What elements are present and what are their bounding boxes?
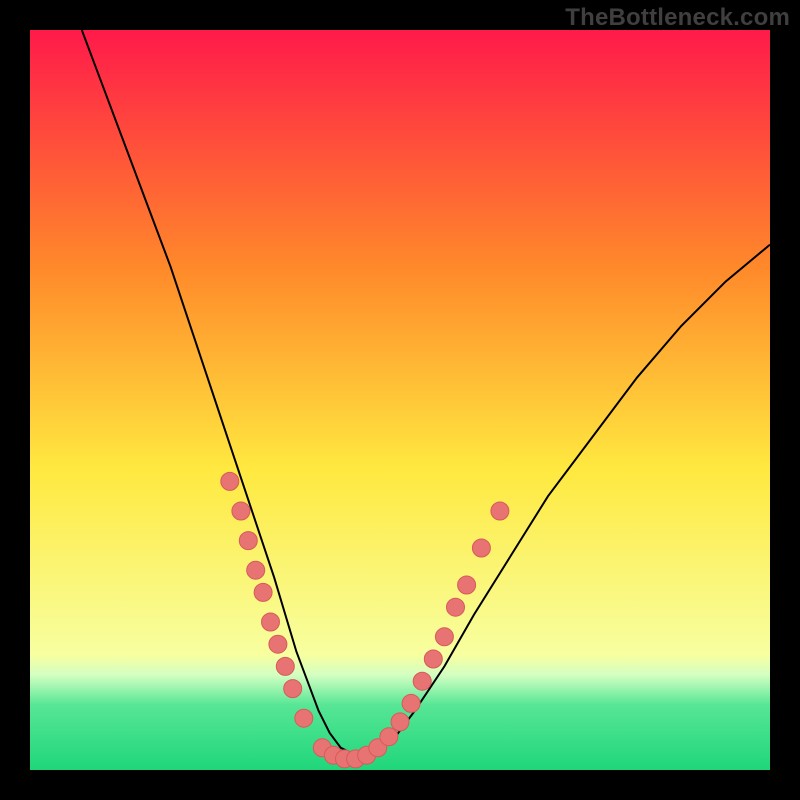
curve-marker: [472, 539, 490, 557]
curve-marker: [269, 635, 287, 653]
chart-plot: [30, 30, 770, 770]
curve-marker: [402, 694, 420, 712]
curve-marker: [239, 532, 257, 550]
curve-marker: [221, 472, 239, 490]
curve-marker: [247, 561, 265, 579]
curve-marker: [262, 613, 280, 631]
curve-marker: [295, 709, 313, 727]
curve-marker: [380, 728, 398, 746]
curve-marker: [254, 583, 272, 601]
watermark-text: TheBottleneck.com: [565, 4, 790, 32]
chart-frame: TheBottleneck.com: [0, 0, 800, 800]
curve-marker: [232, 502, 250, 520]
curve-marker: [424, 650, 442, 668]
curve-marker: [447, 598, 465, 616]
curve-marker: [284, 680, 302, 698]
curve-marker: [491, 502, 509, 520]
curve-marker: [413, 672, 431, 690]
gradient-background: [30, 30, 770, 770]
curve-marker: [458, 576, 476, 594]
curve-marker: [276, 657, 294, 675]
curve-marker: [435, 628, 453, 646]
curve-marker: [391, 713, 409, 731]
